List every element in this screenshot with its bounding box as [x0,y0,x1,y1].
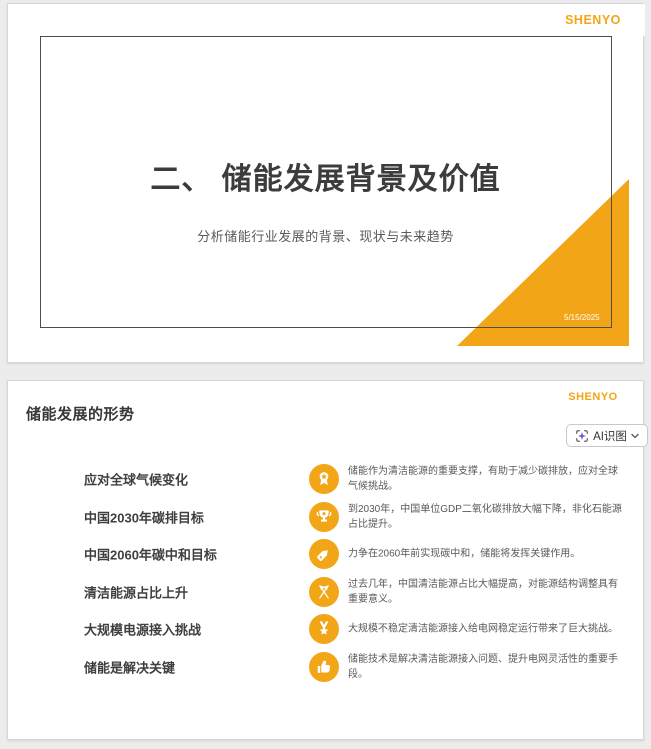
item-label: 中国2060年碳中和目标 [84,547,217,563]
item-description: 力争在2060年前实现碳中和，储能将发挥关键作用。 [348,548,581,560]
slide-1-title-slide[interactable]: SHENYO 二、 储能发展背景及价值 分析储能行业发展的背景、现状与未来趋势 … [7,3,645,363]
ai-scan-sparkle-icon [575,429,589,443]
slide-2-content-slide[interactable]: 储能发展的形势 SHENYO AI识图 应对全球气候变化 储能作为清洁能源的重要… [7,380,648,740]
item-label: 中国2030年碳排目标 [84,510,204,526]
shenyo-logo: SHENYO [565,13,621,27]
thumbs-up-icon [309,652,339,682]
slide-date: 5/15/2025 [564,313,600,322]
slide-subtitle: 分析储能行业发展的背景、现状与未来趋势 [197,229,454,244]
chevron-down-icon[interactable] [631,433,639,439]
item-label: 大规模电源接入挑战 [84,622,202,638]
list-item: 储能是解决关键 储能技术是解决清洁能源接入问题、提升电网灵活性的重要手 段。 [8,648,645,686]
item-label: 清洁能源占比上升 [84,585,189,601]
tag-icon [309,539,339,569]
trophy-icon [309,502,339,532]
item-label: 储能是解决关键 [84,660,176,676]
list-item: 清洁能源占比上升 过去几年，中国清洁能源占比大幅提高，对能源结构调整具有 重要意… [8,573,645,611]
item-description: 储能作为清洁能源的重要支撑，有助于减少碳排放，应对全球 气候挑战。 [348,466,618,492]
list-item: 中国2030年碳排目标 到2030年，中国单位GDP二氧化碳排放大幅下降，非化石… [8,498,645,536]
slide-title: 二、 储能发展背景及价值 [150,163,501,196]
item-description: 到2030年，中国单位GDP二氧化碳排放大幅下降，非化石能源 占比提升。 [348,504,622,530]
list-item: 应对全球气候变化 储能作为清洁能源的重要支撑，有助于减少碳排放，应对全球 气候挑… [8,460,645,498]
item-label: 应对全球气候变化 [84,472,189,488]
list-item: 大规模电源接入挑战 大规模不稳定清洁能源接入给电网稳定运行带来了巨大挑战。 [8,610,645,648]
crossed-flags-icon [309,577,339,607]
slide-heading: 储能发展的形势 [26,406,135,423]
item-description: 大规模不稳定清洁能源接入给电网稳定运行带来了巨大挑战。 [348,623,618,635]
shenyo-logo: SHENYO [568,391,618,403]
medal-star-icon [309,614,339,644]
corner-triangle-decoration [457,179,629,346]
item-description: 过去几年，中国清洁能源占比大幅提高，对能源结构调整具有 重要意义。 [348,579,618,605]
item-description: 储能技术是解决清洁能源接入问题、提升电网灵活性的重要手 段。 [348,654,618,680]
ai-recognize-image-button[interactable]: AI识图 [566,424,648,447]
medal-rosette-icon [309,464,339,494]
ai-button-label: AI识图 [593,430,627,443]
list-item: 中国2060年碳中和目标 力争在2060年前实现碳中和，储能将发挥关键作用。 [8,535,645,573]
logo-box: SHENYO [541,4,645,36]
